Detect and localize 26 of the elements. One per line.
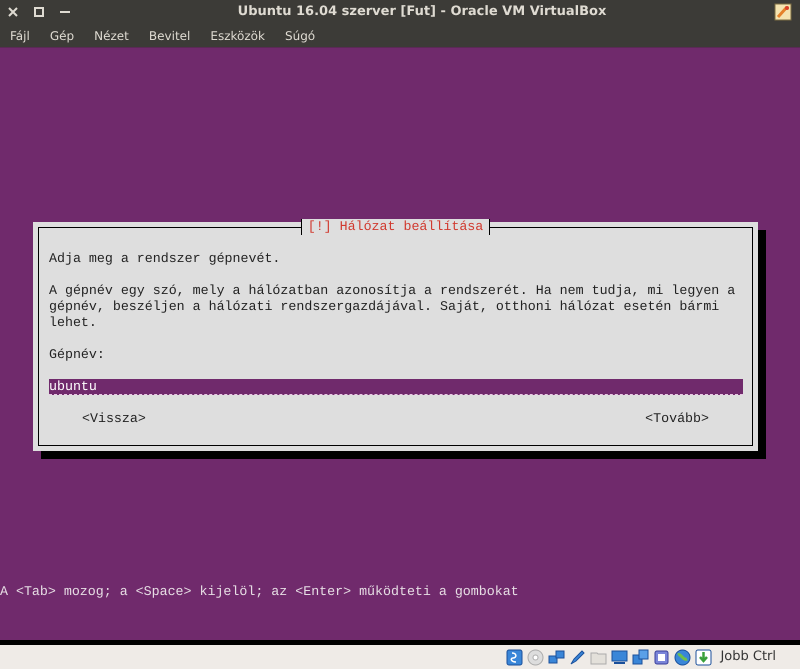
host-key-label: Jobb Ctrl [720,648,776,666]
maximize-icon[interactable] [34,7,44,17]
chip-icon[interactable] [653,648,670,666]
field-label: Gépnév: [49,347,106,363]
dialog-title: [!] Hálózat beállítása [300,219,490,235]
prompt-text: Adja meg a rendszer gépnevét. [49,251,282,267]
menu-item[interactable]: Gép [50,26,84,44]
pen-icon[interactable] [569,648,586,666]
menu-item[interactable]: Bevitel [148,26,200,44]
windows-icon[interactable] [632,648,650,666]
network-icon[interactable] [548,648,566,666]
download-icon[interactable] [695,648,712,666]
menu-item[interactable]: Fájl [10,26,40,44]
menu-item[interactable]: Eszközök [210,26,275,44]
app-icon [774,3,792,21]
description-text: A gépnév egy szó, mely a hálózatban azonosítja a rendszerét. Ha nem tudja, mi legyen a gépnév, beszéljen a hálózati rendszergazdájával. Saját, otthoni hálózat esetén bármi lehet. [49,283,736,331]
dialog-button[interactable]: <Vissza> [82,411,146,427]
hint-text: A <Tab> mozog; a <Space> kijelöl; az <Enter> működteti a gombokat [0,583,520,600]
menu-item[interactable]: Súgó [284,26,326,44]
monitor-icon[interactable] [611,648,628,666]
dialog-button[interactable]: <Tovább> [645,411,709,427]
hostname-field[interactable]: ubuntu [49,379,743,395]
close-icon[interactable] [8,7,18,17]
menu-item[interactable]: Nézet [94,26,139,44]
window-title: Ubuntu 16.04 szerver [Fut] - Oracle VM VirtualBox [236,3,608,22]
globe-icon[interactable] [674,648,692,666]
